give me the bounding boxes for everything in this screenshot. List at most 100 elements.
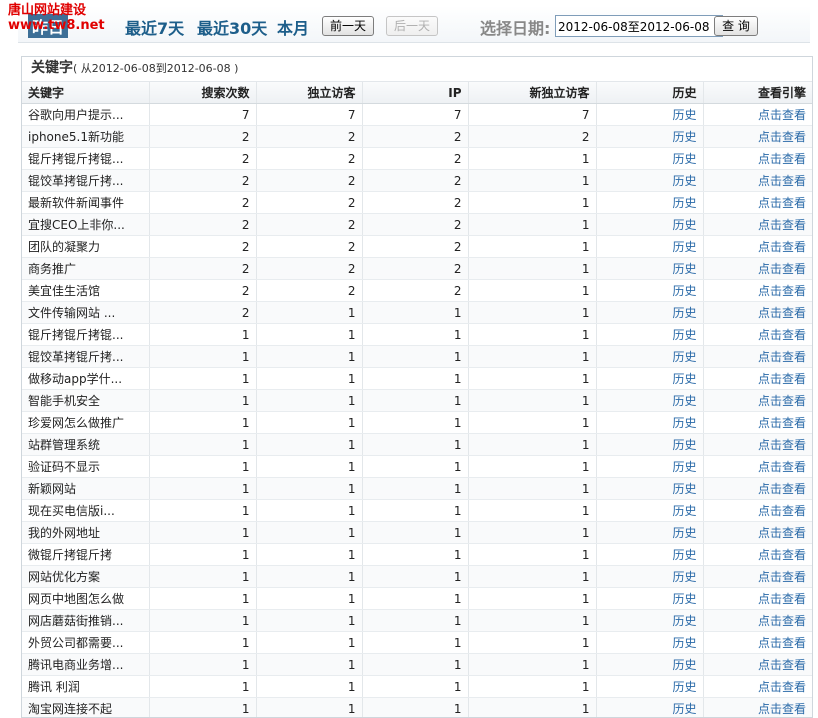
history-cell: 历史 bbox=[596, 544, 703, 566]
history-link[interactable]: 历史 bbox=[672, 284, 696, 298]
history-link[interactable]: 历史 bbox=[672, 482, 696, 496]
view-engine-link[interactable]: 点击查看 bbox=[758, 306, 806, 320]
view-engine-link[interactable]: 点击查看 bbox=[758, 680, 806, 694]
history-link[interactable]: 历史 bbox=[672, 438, 696, 452]
history-link[interactable]: 历史 bbox=[672, 240, 696, 254]
view-engine-link[interactable]: 点击查看 bbox=[758, 284, 806, 298]
history-link[interactable]: 历史 bbox=[672, 416, 696, 430]
history-link[interactable]: 历史 bbox=[672, 152, 696, 166]
history-link[interactable]: 历史 bbox=[672, 196, 696, 210]
new-unique-visitors-cell: 1 bbox=[468, 654, 596, 676]
quick-link-this-month[interactable]: 本月 bbox=[277, 15, 309, 39]
view-engine-link[interactable]: 点击查看 bbox=[758, 372, 806, 386]
search-count-cell: 1 bbox=[149, 390, 256, 412]
new-unique-visitors-cell: 1 bbox=[468, 302, 596, 324]
view-engine-link[interactable]: 点击查看 bbox=[758, 636, 806, 650]
quick-link-last-30-days[interactable]: 最近30天 bbox=[197, 15, 267, 39]
new-unique-visitors-cell: 1 bbox=[468, 610, 596, 632]
keyword-cell: 锟斤拷锟斤拷锟... bbox=[22, 148, 149, 170]
history-cell: 历史 bbox=[596, 412, 703, 434]
new-unique-visitors-cell: 1 bbox=[468, 500, 596, 522]
new-unique-visitors-cell: 1 bbox=[468, 412, 596, 434]
search-count-cell: 2 bbox=[149, 170, 256, 192]
history-link[interactable]: 历史 bbox=[672, 328, 696, 342]
history-link[interactable]: 历史 bbox=[672, 130, 696, 144]
unique-visitors-cell: 7 bbox=[256, 104, 362, 126]
view-engine-link[interactable]: 点击查看 bbox=[758, 482, 806, 496]
quick-link-last-7-days[interactable]: 最近7天 bbox=[125, 15, 184, 39]
prev-day-button[interactable]: 前一天 bbox=[322, 16, 374, 36]
history-link[interactable]: 历史 bbox=[672, 702, 696, 716]
keyword-cell: 腾讯电商业务增... bbox=[22, 654, 149, 676]
view-engine-cell: 点击查看 bbox=[703, 544, 812, 566]
view-engine-link[interactable]: 点击查看 bbox=[758, 152, 806, 166]
history-link[interactable]: 历史 bbox=[672, 262, 696, 276]
col-keyword[interactable]: 关键字 bbox=[22, 82, 149, 104]
history-link[interactable]: 历史 bbox=[672, 680, 696, 694]
history-link[interactable]: 历史 bbox=[672, 174, 696, 188]
history-link[interactable]: 历史 bbox=[672, 570, 696, 584]
unique-visitors-cell: 2 bbox=[256, 214, 362, 236]
view-engine-link[interactable]: 点击查看 bbox=[758, 570, 806, 584]
history-link[interactable]: 历史 bbox=[672, 636, 696, 650]
history-link[interactable]: 历史 bbox=[672, 592, 696, 606]
keyword-cell: 锟斤拷锟斤拷锟... bbox=[22, 324, 149, 346]
history-link[interactable]: 历史 bbox=[672, 218, 696, 232]
view-engine-link[interactable]: 点击查看 bbox=[758, 504, 806, 518]
view-engine-link[interactable]: 点击查看 bbox=[758, 438, 806, 452]
new-unique-visitors-cell: 1 bbox=[468, 434, 596, 456]
next-day-button[interactable]: 后一天 bbox=[386, 16, 438, 36]
history-link[interactable]: 历史 bbox=[672, 108, 696, 122]
view-engine-link[interactable]: 点击查看 bbox=[758, 218, 806, 232]
keyword-cell: iphone5.1新功能 bbox=[22, 126, 149, 148]
view-engine-link[interactable]: 点击查看 bbox=[758, 548, 806, 562]
history-cell: 历史 bbox=[596, 214, 703, 236]
view-engine-link[interactable]: 点击查看 bbox=[758, 614, 806, 628]
history-link[interactable]: 历史 bbox=[672, 372, 696, 386]
view-engine-link[interactable]: 点击查看 bbox=[758, 702, 806, 716]
ip-cell: 1 bbox=[362, 610, 468, 632]
search-count-cell: 1 bbox=[149, 412, 256, 434]
view-engine-link[interactable]: 点击查看 bbox=[758, 350, 806, 364]
history-link[interactable]: 历史 bbox=[672, 658, 696, 672]
view-engine-cell: 点击查看 bbox=[703, 280, 812, 302]
history-link[interactable]: 历史 bbox=[672, 614, 696, 628]
history-cell: 历史 bbox=[596, 368, 703, 390]
view-engine-link[interactable]: 点击查看 bbox=[758, 416, 806, 430]
view-engine-link[interactable]: 点击查看 bbox=[758, 460, 806, 474]
quick-link-yesterday[interactable]: 昨日 bbox=[28, 14, 68, 38]
view-engine-link[interactable]: 点击查看 bbox=[758, 262, 806, 276]
view-engine-link[interactable]: 点击查看 bbox=[758, 592, 806, 606]
table-row: 腾讯 利润1111历史点击查看 bbox=[22, 676, 812, 698]
history-cell: 历史 bbox=[596, 478, 703, 500]
view-engine-link[interactable]: 点击查看 bbox=[758, 196, 806, 210]
query-button[interactable]: 查 询 bbox=[714, 16, 758, 36]
view-engine-link[interactable]: 点击查看 bbox=[758, 658, 806, 672]
keyword-cell: 美宜佳生活馆 bbox=[22, 280, 149, 302]
history-link[interactable]: 历史 bbox=[672, 548, 696, 562]
col-new-unique-visitors[interactable]: 新独立访客 bbox=[468, 82, 596, 104]
history-link[interactable]: 历史 bbox=[672, 306, 696, 320]
view-engine-link[interactable]: 点击查看 bbox=[758, 328, 806, 342]
new-unique-visitors-cell: 2 bbox=[468, 126, 596, 148]
view-engine-cell: 点击查看 bbox=[703, 610, 812, 632]
history-link[interactable]: 历史 bbox=[672, 504, 696, 518]
history-link[interactable]: 历史 bbox=[672, 526, 696, 540]
unique-visitors-cell: 1 bbox=[256, 500, 362, 522]
view-engine-link[interactable]: 点击查看 bbox=[758, 526, 806, 540]
history-link[interactable]: 历史 bbox=[672, 460, 696, 474]
history-link[interactable]: 历史 bbox=[672, 350, 696, 364]
view-engine-link[interactable]: 点击查看 bbox=[758, 394, 806, 408]
view-engine-link[interactable]: 点击查看 bbox=[758, 108, 806, 122]
view-engine-link[interactable]: 点击查看 bbox=[758, 130, 806, 144]
table-row: 网站优化方案1111历史点击查看 bbox=[22, 566, 812, 588]
view-engine-link[interactable]: 点击查看 bbox=[758, 174, 806, 188]
unique-visitors-cell: 1 bbox=[256, 588, 362, 610]
view-engine-link[interactable]: 点击查看 bbox=[758, 240, 806, 254]
date-range-input[interactable] bbox=[555, 15, 723, 37]
history-cell: 历史 bbox=[596, 324, 703, 346]
history-link[interactable]: 历史 bbox=[672, 394, 696, 408]
col-ip[interactable]: IP bbox=[362, 82, 468, 104]
col-unique-visitors[interactable]: 独立访客 bbox=[256, 82, 362, 104]
col-search-count[interactable]: 搜索次数 bbox=[149, 82, 256, 104]
